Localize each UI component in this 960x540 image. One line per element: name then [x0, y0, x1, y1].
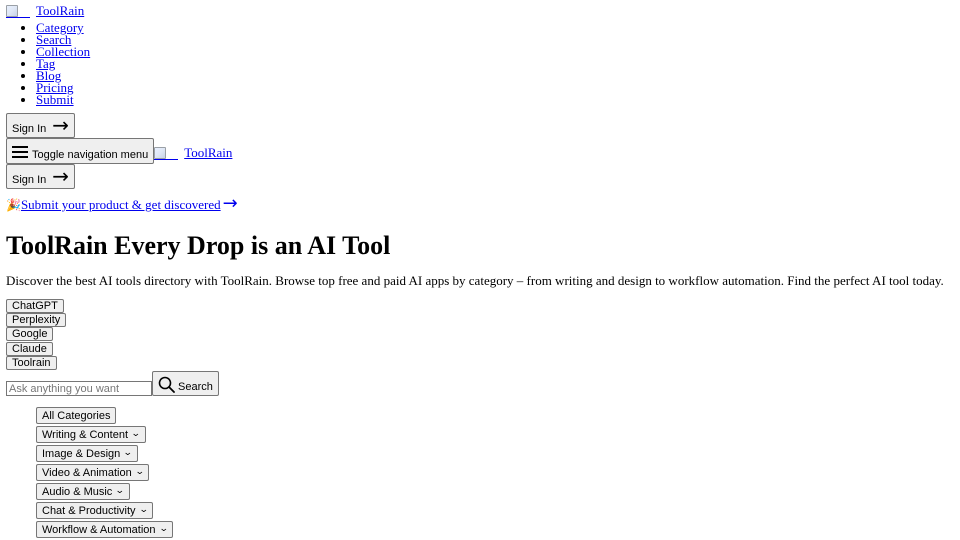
- sign-in-label: Sign In: [12, 122, 47, 135]
- category-label: Image & Design: [42, 447, 121, 460]
- hero-description: Discover the best AI tools directory wit…: [6, 272, 944, 288]
- category-label: Writing & Content: [42, 428, 129, 441]
- nav-item-blog: Blog: [36, 69, 954, 82]
- chevron-down-icon: ⌄: [134, 466, 145, 477]
- mobile-sign-in-button[interactable]: Sign In →: [6, 163, 76, 189]
- search-input[interactable]: [6, 381, 152, 397]
- page: ToolRain Category Search Collection Tag …: [0, 0, 960, 539]
- toggle-navigation-button[interactable]: Toggle navigation menu: [6, 137, 155, 164]
- mobile-header: Toggle navigation menu ToolRain: [6, 137, 954, 164]
- main-nav: Category Search Collection Tag Blog Pric…: [6, 21, 954, 107]
- category-label: Chat & Productivity: [42, 504, 136, 517]
- search-bar: Search: [6, 371, 954, 397]
- category-list: All Categories Writing & Content ⌄ Image …: [36, 407, 954, 539]
- search-button[interactable]: Search: [152, 371, 219, 397]
- category-label: All Categories: [42, 409, 111, 422]
- category-label: Video & Animation: [42, 466, 132, 479]
- nav-item-pricing: Pricing: [36, 81, 954, 94]
- quick-chips: ChatGPT Perplexity Google Claude Toolrai…: [6, 298, 954, 371]
- chevron-down-icon: ⌄: [138, 504, 149, 515]
- mobile-logo-image: [154, 146, 179, 160]
- category-workflow-automation[interactable]: Workflow & Automation ⌄: [36, 521, 174, 539]
- category-image-design[interactable]: Image & Design ⌄: [36, 445, 138, 463]
- mobile-sign-in-label: Sign In: [12, 173, 47, 186]
- chip-chatgpt[interactable]: ChatGPT: [6, 298, 64, 313]
- nav-item-tag: Tag: [36, 57, 954, 70]
- category-video-animation[interactable]: Video & Animation ⌄: [36, 464, 150, 482]
- brand-name: ToolRain: [36, 3, 85, 18]
- chevron-down-icon: ⌄: [130, 428, 141, 439]
- brand-link[interactable]: ToolRain: [6, 3, 85, 19]
- category-label: Workflow & Automation: [42, 523, 156, 536]
- category-audio-music[interactable]: Audio & Music ⌄: [36, 483, 130, 501]
- arrow-right-icon[interactable]: →: [223, 194, 238, 213]
- party-popper-icon: 🎉: [6, 198, 21, 213]
- page-title: ToolRain Every Drop is an AI Tool: [6, 230, 391, 260]
- arrow-right-icon: →: [52, 163, 70, 188]
- category-writing-content[interactable]: Writing & Content ⌄: [36, 426, 146, 444]
- chip-toolrain[interactable]: Toolrain: [6, 356, 57, 371]
- category-all[interactable]: All Categories: [36, 407, 117, 425]
- sign-in-button[interactable]: Sign In →: [6, 112, 76, 138]
- nav-link-submit[interactable]: Submit: [36, 92, 74, 107]
- search-button-label: Search: [178, 381, 213, 394]
- chip-perplexity[interactable]: Perplexity: [6, 313, 67, 328]
- arrow-right-icon: →: [52, 112, 70, 137]
- nav-item-search: Search: [36, 33, 954, 46]
- promo-link[interactable]: Submit your product & get discovered: [21, 197, 221, 213]
- nav-item-category: Category: [36, 21, 954, 34]
- desktop-header: ToolRain Category Search Collection Tag …: [6, 3, 954, 138]
- category-label: Audio & Music: [42, 485, 113, 498]
- chevron-down-icon: ⌄: [158, 523, 169, 534]
- chevron-down-icon: ⌄: [115, 485, 125, 496]
- toggle-navigation-label: Toggle navigation menu: [32, 148, 149, 161]
- category-chat-productivity[interactable]: Chat & Productivity ⌄: [36, 502, 154, 520]
- logo-image: [6, 4, 30, 18]
- mobile-brand-name: ToolRain: [184, 144, 233, 160]
- hamburger-icon: [12, 145, 28, 158]
- mobile-brand-link[interactable]: ToolRain: [154, 144, 233, 161]
- chip-google[interactable]: Google: [6, 327, 54, 342]
- chevron-down-icon: ⌄: [123, 447, 133, 458]
- nav-item-submit: Submit: [36, 92, 954, 107]
- chip-claude[interactable]: Claude: [6, 341, 53, 356]
- nav-item-collection: Collection: [36, 45, 954, 58]
- search-icon: [158, 376, 175, 394]
- promo-banner: 🎉 Submit your product & get discovered →: [6, 194, 954, 213]
